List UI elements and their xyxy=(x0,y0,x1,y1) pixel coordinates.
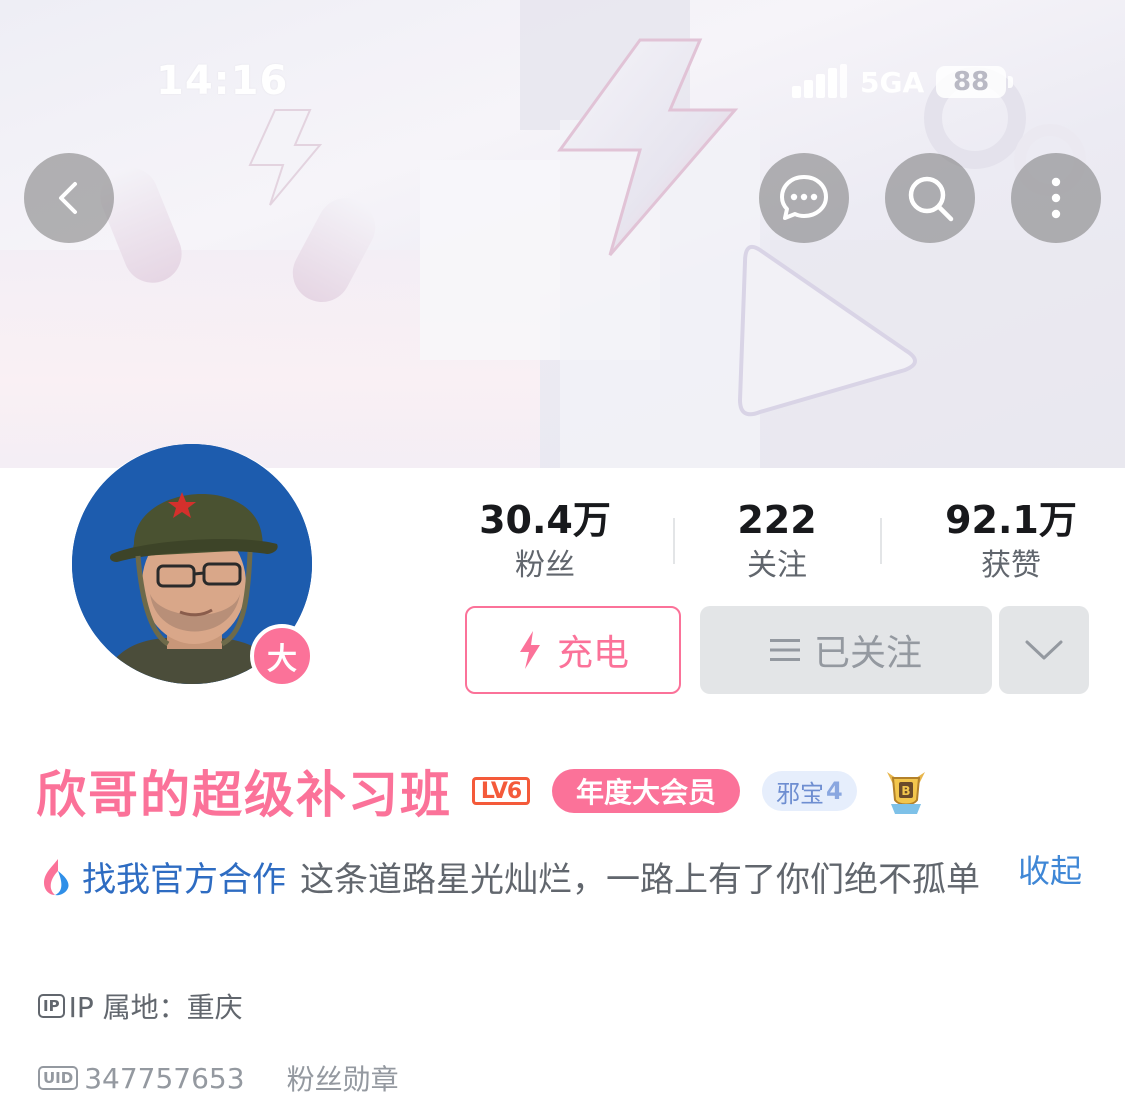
likes-label: 获赞 xyxy=(981,548,1041,583)
cooperation-icon xyxy=(44,859,69,896)
search-icon xyxy=(908,176,954,222)
stat-divider xyxy=(673,518,675,564)
stat-followers[interactable]: 30.4万 粉丝 xyxy=(445,496,645,588)
follow-options-button[interactable] xyxy=(999,606,1089,694)
ip-location: IP 属地：重庆 xyxy=(68,991,243,1024)
fan-medal-badge[interactable]: 邪宝 4 xyxy=(762,771,857,811)
signal-icon xyxy=(792,64,847,98)
vip-badge[interactable]: 年度大会员 xyxy=(552,769,741,813)
status-time: 14:16 xyxy=(156,58,289,104)
following-label: 关注 xyxy=(747,548,807,583)
more-vertical-icon xyxy=(1051,177,1061,219)
likes-count: 92.1万 xyxy=(945,498,1077,542)
ip-icon: IP xyxy=(38,994,65,1018)
search-button[interactable] xyxy=(885,153,975,243)
followed-button[interactable]: 已关注 xyxy=(700,606,992,694)
chevron-down-icon xyxy=(1025,640,1063,660)
username: 欣哥的超级补习班 xyxy=(36,766,452,824)
more-button[interactable] xyxy=(1011,153,1101,243)
chat-bubble-icon xyxy=(780,175,828,220)
uid-icon: UID xyxy=(38,1066,79,1090)
lightning-icon xyxy=(519,631,540,669)
charge-button[interactable]: 充电 xyxy=(465,606,681,694)
status-indicators: 5GA 88 xyxy=(792,62,1014,102)
following-count: 222 xyxy=(737,498,817,542)
ip-location-row: IP IP 属地：重庆 xyxy=(38,986,243,1026)
chevron-left-icon xyxy=(59,182,77,214)
stat-divider xyxy=(880,518,882,564)
followers-count: 30.4万 xyxy=(479,498,611,542)
battery-level: 88 xyxy=(936,66,1007,98)
level-badge[interactable]: LV6 xyxy=(472,777,530,805)
stat-following[interactable]: 222 关注 xyxy=(677,496,877,588)
uid-value[interactable]: 347757653 xyxy=(84,1062,244,1095)
collapse-button[interactable]: 收起 xyxy=(1018,846,1082,892)
followed-label: 已关注 xyxy=(813,633,922,674)
uid-row: UID 347757653 粉丝勋章 xyxy=(38,1058,399,1098)
bio-text: 这条道路星光灿烂，一路上有了你们绝不孤单 xyxy=(300,860,980,900)
big-vip-badge: 大 xyxy=(250,624,314,688)
medal-name: 邪宝 xyxy=(776,779,825,808)
medal-level: 4 xyxy=(826,777,843,805)
name-row: 欣哥的超级补习班 LV6 年度大会员 邪宝 4 B xyxy=(36,756,933,826)
fans-medal-link[interactable]: 粉丝勋章 xyxy=(287,1058,399,1098)
back-button[interactable] xyxy=(24,153,114,243)
network-type: 5GA xyxy=(860,65,925,99)
charge-label: 充电 xyxy=(556,633,629,674)
official-cooperation-link[interactable]: 找我官方合作 xyxy=(82,860,286,900)
battery-icon: 88 xyxy=(936,66,1014,98)
trophy-icon[interactable]: B xyxy=(879,764,933,818)
followers-label: 粉丝 xyxy=(515,548,575,583)
bio-section: 找我官方合作 这条道路星光灿烂，一路上有了你们绝不孤单 xyxy=(36,852,1006,908)
stat-likes[interactable]: 92.1万 获赞 xyxy=(911,496,1111,588)
menu-lines-icon xyxy=(769,639,800,661)
svg-text:B: B xyxy=(901,784,910,798)
message-button[interactable] xyxy=(759,153,849,243)
